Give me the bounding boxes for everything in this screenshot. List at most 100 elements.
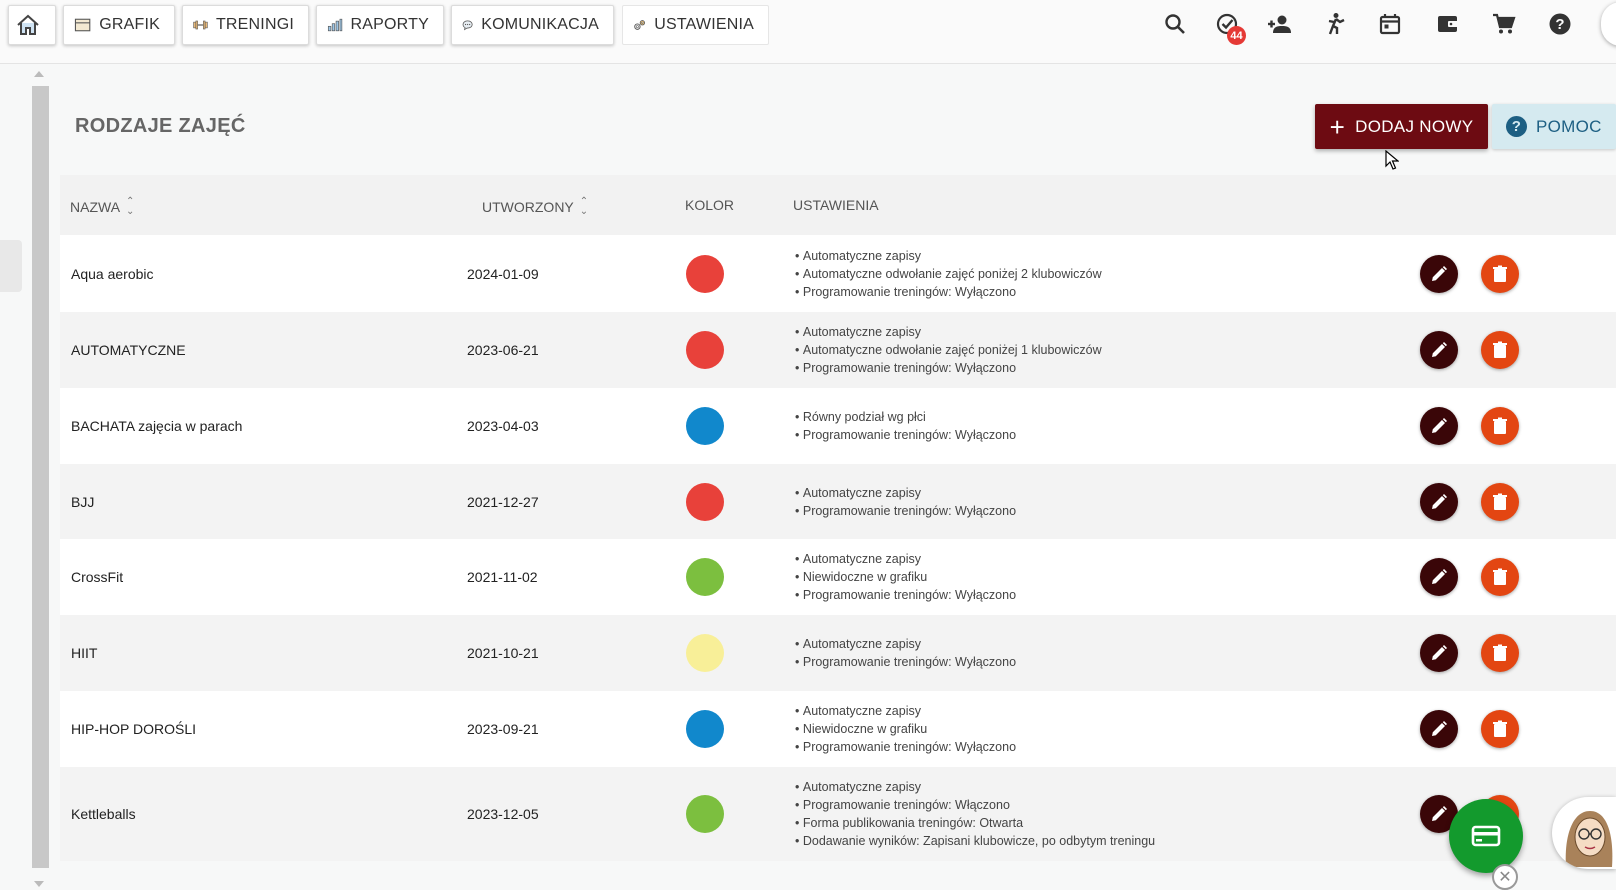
- column-header-label: KOLOR: [685, 197, 735, 213]
- table-row: Kettleballs 2023-12-05 Automatyczne zapisy…: [60, 767, 1616, 861]
- nav-treningi[interactable]: TRENINGI: [182, 5, 309, 45]
- trainer-button[interactable]: [1321, 10, 1349, 38]
- vertical-scrollbar[interactable]: [32, 86, 49, 868]
- delete-button[interactable]: [1481, 558, 1519, 596]
- column-header-label: NAZWA: [70, 199, 121, 215]
- table-row: BACHATA zajęcia w parach 2023-04-03 Równy …: [60, 388, 1616, 464]
- delete-button[interactable]: [1481, 254, 1519, 293]
- row-created-date: 2024-01-09: [467, 265, 539, 282]
- cart-icon: [1493, 13, 1516, 34]
- help-button[interactable]: ? POMOC: [1492, 104, 1616, 149]
- home-button[interactable]: [8, 5, 56, 45]
- credit-card-icon: [1471, 825, 1501, 847]
- nav-label: GRAFIK: [99, 16, 160, 33]
- row-created-date: 2023-04-03: [467, 418, 539, 434]
- add-new-button[interactable]: + DODAJ NOWY: [1315, 104, 1488, 149]
- edit-button[interactable]: [1420, 482, 1458, 521]
- nav-raporty[interactable]: RAPORTY: [316, 5, 444, 45]
- delete-button[interactable]: [1481, 407, 1519, 445]
- dumbbell-icon: [193, 20, 208, 30]
- edit-button[interactable]: [1420, 634, 1458, 672]
- settings-item: Forma publikowania treningów: Otwarta: [795, 814, 1155, 832]
- edit-button[interactable]: [1420, 710, 1458, 748]
- gears-icon: [634, 20, 645, 30]
- scroll-up-arrow[interactable]: [34, 71, 44, 77]
- svg-text:?: ?: [1555, 16, 1564, 33]
- row-name: Kettleballs: [71, 806, 136, 822]
- color-swatch: [686, 558, 724, 596]
- row-created-date: 2023-09-21: [467, 721, 539, 737]
- pencil-icon: [1432, 721, 1447, 736]
- add-person-icon: [1268, 15, 1291, 33]
- settings-item: Programowanie treningów: Wyłączono: [795, 653, 1016, 671]
- delete-button[interactable]: [1481, 482, 1519, 521]
- row-created-date: 2021-12-27: [467, 493, 539, 510]
- user-avatar-button[interactable]: [1601, 2, 1616, 46]
- nav-komunikacja[interactable]: KOMUNIKACJA: [451, 5, 614, 45]
- assistant-avatar[interactable]: [1552, 797, 1616, 869]
- column-header-created[interactable]: UTWORZONY ⌃ ⌄: [482, 197, 588, 217]
- close-icon[interactable]: ✕: [1492, 864, 1518, 890]
- column-header-color: KOLOR: [685, 197, 734, 213]
- help-label: POMOC: [1536, 116, 1602, 136]
- row-created-date: 2023-06-21: [467, 342, 539, 358]
- sort-icon: ⌃ ⌄: [126, 196, 135, 217]
- column-header-name[interactable]: NAZWA ⌃ ⌄: [70, 197, 134, 217]
- payment-fab-button[interactable]: [1449, 799, 1523, 873]
- color-swatch: [686, 795, 724, 833]
- table-row: Aqua aerobic 2024-01-09 Automatyczne zapis…: [60, 235, 1616, 312]
- edit-button[interactable]: [1420, 407, 1458, 445]
- row-name: Aqua aerobic: [71, 265, 154, 282]
- trash-icon: [1493, 265, 1507, 282]
- trash-icon: [1493, 417, 1507, 434]
- add-person-button[interactable]: [1266, 10, 1294, 38]
- edit-button[interactable]: [1420, 331, 1458, 369]
- scroll-down-arrow[interactable]: [34, 881, 44, 887]
- table-row: HIP-HOP DOROŚLI 2023-09-21 Automatyczne za…: [60, 691, 1616, 767]
- column-header-settings: USTAWIENIA: [793, 197, 879, 213]
- color-swatch: [686, 710, 724, 748]
- calendar-icon: [1379, 14, 1401, 35]
- row-name: BACHATA zajęcia w parach: [71, 418, 243, 434]
- settings-item: Programowanie treningów: Wyłączono: [795, 586, 1016, 604]
- nav-grafik[interactable]: GRAFIK: [63, 5, 175, 45]
- edit-button[interactable]: [1420, 254, 1458, 293]
- edit-button[interactable]: [1420, 558, 1458, 596]
- trash-icon: [1493, 568, 1507, 585]
- delete-button[interactable]: [1481, 331, 1519, 369]
- pencil-icon: [1432, 806, 1447, 821]
- row-settings: Automatyczne zapisyAutomatyczne odwołani…: [795, 247, 1102, 301]
- color-swatch: [686, 254, 724, 293]
- row-settings: Automatyczne zapisyProgramowanie trening…: [795, 635, 1016, 671]
- row-created-date: 2021-11-02: [467, 569, 538, 585]
- settings-item: Automatyczne zapisy: [795, 484, 1016, 502]
- delete-button[interactable]: [1481, 710, 1519, 748]
- help-button-top[interactable]: ?: [1546, 10, 1574, 38]
- tasks-button[interactable]: 44: [1214, 10, 1246, 45]
- page-title: RODZAJE ZAJĘĆ: [75, 115, 246, 137]
- side-panel-handle[interactable]: [0, 240, 22, 292]
- calendar-grid-icon: [74, 18, 91, 32]
- settings-item: Programowanie treningów: Włączono: [795, 796, 1155, 814]
- cart-button[interactable]: [1490, 10, 1518, 38]
- color-swatch: [686, 634, 724, 672]
- search-button[interactable]: [1161, 10, 1189, 38]
- color-swatch: [686, 482, 724, 521]
- wallet-button[interactable]: [1434, 10, 1462, 38]
- table-row: AUTOMATYCZNE 2023-06-21 Automatyczne zapis…: [60, 312, 1616, 388]
- top-navigation-bar: GRAFIK TRENINGI RAPORTY KOMUNIKACJA USTA…: [0, 0, 1616, 64]
- settings-item: Automatyczne zapisy: [795, 702, 1016, 720]
- column-header-label: USTAWIENIA: [793, 197, 879, 213]
- row-name: BJJ: [71, 493, 95, 510]
- calendar-button[interactable]: [1376, 10, 1404, 38]
- settings-item: Automatyczne odwołanie zajęć poniżej 1 k…: [795, 341, 1102, 359]
- nav-ustawienia[interactable]: USTAWIENIA: [622, 5, 769, 45]
- table-body: Aqua aerobic 2024-01-09 Automatyczne zapis…: [60, 235, 1616, 861]
- delete-button[interactable]: [1481, 634, 1519, 672]
- nav-label: RAPORTY: [350, 16, 429, 33]
- help-icon: ?: [1506, 116, 1527, 137]
- tasks-badge: 44: [1227, 26, 1246, 45]
- settings-item: Równy podział wg płci: [795, 408, 1016, 426]
- row-name: HIP-HOP DOROŚLI: [71, 721, 196, 737]
- row-settings: Automatyczne zapisyNiewidoczne w grafiku…: [795, 550, 1016, 604]
